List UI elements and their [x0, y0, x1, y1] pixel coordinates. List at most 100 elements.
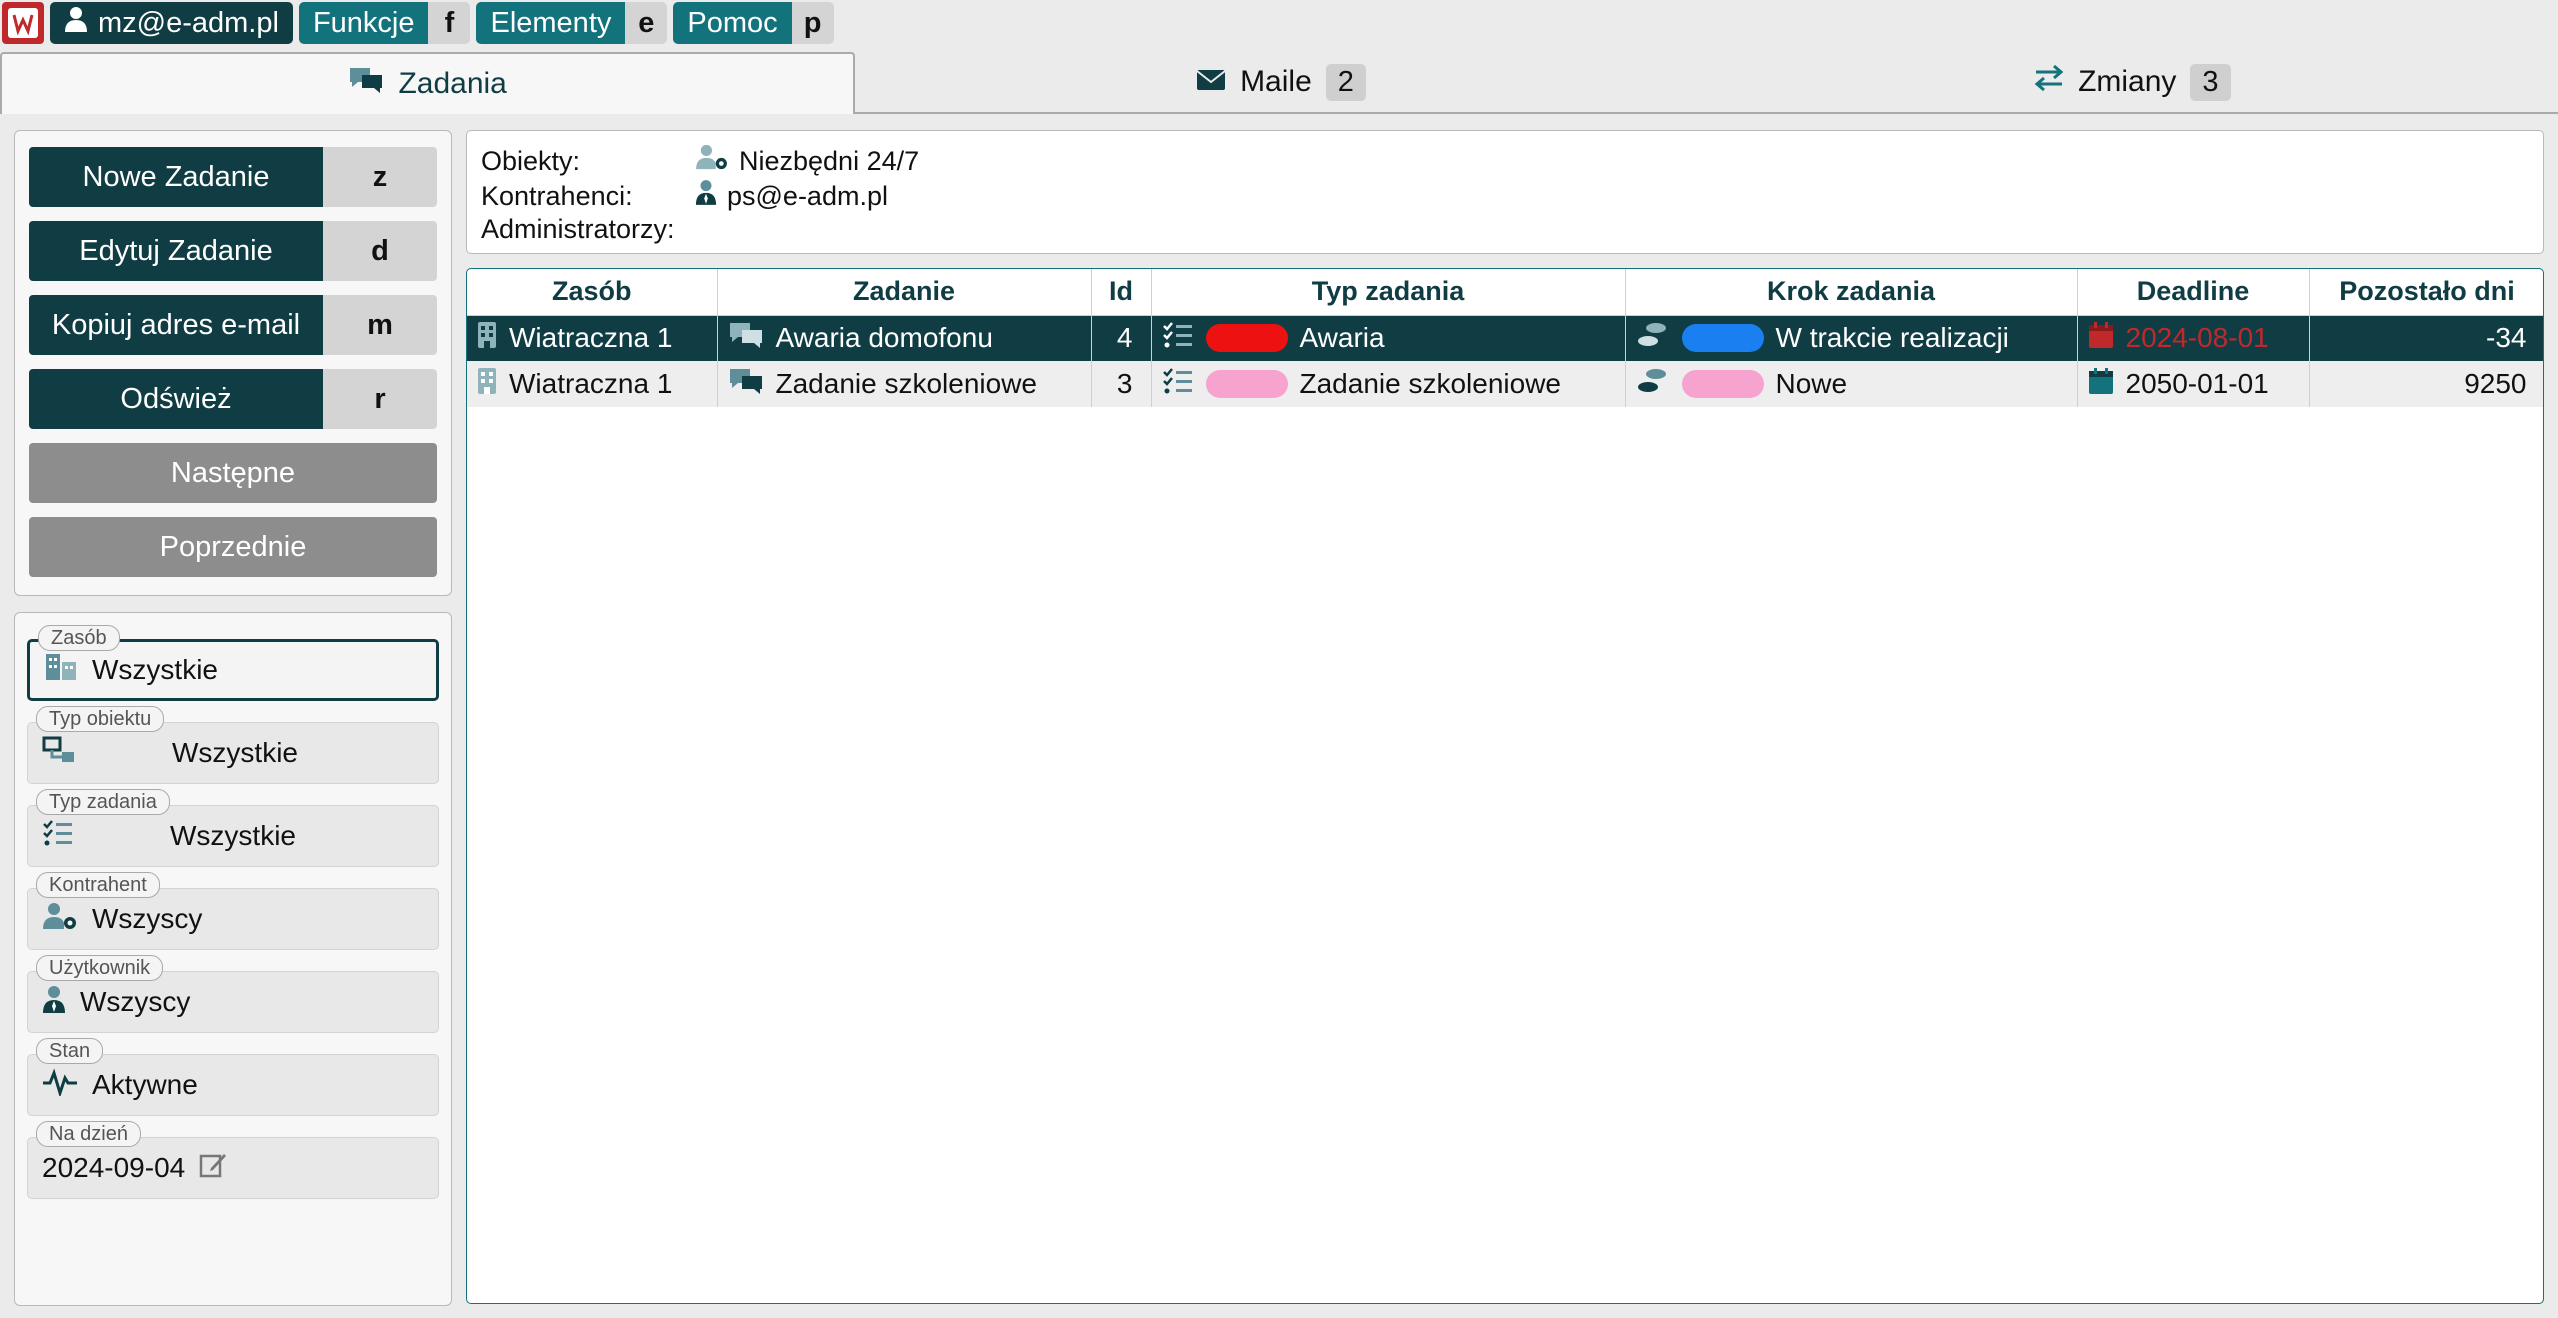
menu-elementy[interactable]: Elementy e	[476, 2, 668, 44]
filter-stan[interactable]: Stan Aktywne	[27, 1038, 439, 1116]
tab-maile-label: Maile	[1240, 65, 1312, 98]
menu-pomoc[interactable]: Pomoc p	[673, 2, 834, 44]
cell-typ: Awaria	[1299, 322, 1385, 354]
user-menu[interactable]: mz@e-adm.pl	[50, 2, 293, 44]
next-button[interactable]: Następne	[29, 443, 437, 503]
task-type-color-pill	[1205, 370, 1288, 398]
table-header-row: Zasób Zadanie Id Typ zadania Krok zadani…	[467, 269, 2543, 316]
cell-krok: W trakcie realizacji	[1775, 322, 2009, 354]
filter-uzytkownik[interactable]: Użytkownik Wszyscy	[27, 955, 439, 1033]
swap-arrows-icon	[2034, 64, 2064, 100]
table-row[interactable]: Wiatraczna 1 Zadanie szkoleniowe 3 Zadan…	[467, 361, 2543, 407]
info-obiekty-row: Obiekty: Niezbędni 24/7	[481, 143, 2529, 178]
cell-zadanie: Zadanie szkoleniowe	[775, 368, 1038, 399]
filter-kontrahent-value: Wszyscy	[92, 903, 203, 934]
new-task-key: z	[323, 147, 437, 207]
copy-email-key: m	[323, 295, 437, 355]
tab-zadania-label: Zadania	[398, 67, 507, 100]
filter-typ-zadania-value: Wszystkie	[170, 820, 296, 851]
task-step-color-pill	[1681, 324, 1764, 353]
filter-stan-value: Aktywne	[92, 1069, 198, 1100]
col-header-id[interactable]: Id	[1091, 269, 1152, 316]
menu-pomoc-label: Pomoc	[673, 2, 792, 44]
tab-zmiany-label: Zmiany	[2078, 65, 2177, 98]
new-task-button[interactable]: Nowe Zadanie z	[29, 147, 437, 207]
user-tie-icon	[695, 178, 717, 213]
edit-task-button[interactable]: Edytuj Zadanie d	[29, 221, 437, 281]
tab-zmiany[interactable]: Zmiany 3	[1706, 52, 2558, 114]
col-header-deadline[interactable]: Deadline	[2077, 269, 2310, 316]
logo-mark-icon	[8, 8, 38, 38]
info-kontrahenci-label: Kontrahenci:	[481, 180, 633, 211]
refresh-key: r	[323, 369, 437, 429]
cell-pozostalo: 9250	[2309, 361, 2543, 407]
filter-stan-legend: Stan	[36, 1038, 104, 1064]
menu-funkcje[interactable]: Funkcje f	[298, 2, 471, 44]
cell-zasob: Wiatraczna 1	[509, 368, 673, 399]
info-kontrahenci-value[interactable]: ps@e-adm.pl	[727, 180, 888, 212]
copy-email-label: Kopiuj adres e-mail	[29, 295, 323, 355]
building-icon	[477, 367, 497, 402]
previous-button[interactable]: Poprzednie	[29, 517, 437, 577]
cell-typ: Zadanie szkoleniowe	[1299, 368, 1562, 399]
cell-zasob: Wiatraczna 1	[509, 322, 673, 354]
user-gear-icon	[42, 901, 78, 938]
user-tie-icon	[42, 984, 66, 1021]
cell-deadline: 2050-01-01	[2125, 368, 2269, 399]
tasks-table: Zasób Zadanie Id Typ zadania Krok zadani…	[466, 268, 2544, 1304]
chat-icon	[728, 321, 764, 356]
refresh-label: Odśwież	[29, 369, 323, 429]
cell-pozostalo: -34	[2309, 315, 2543, 361]
calendar-icon	[2088, 321, 2114, 356]
user-email: mz@e-adm.pl	[98, 6, 279, 39]
info-kontrahenci-row: Kontrahenci: ps@e-adm.pl	[481, 178, 2529, 213]
col-header-pozostalo-dni[interactable]: Pozostało dni	[2309, 269, 2543, 316]
info-obiekty-value[interactable]: Niezbędni 24/7	[739, 145, 919, 177]
filter-uzytkownik-value: Wszyscy	[80, 986, 191, 1017]
menu-pomoc-key: p	[791, 2, 834, 44]
col-header-zasob[interactable]: Zasób	[467, 269, 718, 316]
app-logo[interactable]	[2, 2, 44, 44]
calendar-icon	[2088, 367, 2114, 402]
info-administratorzy-row: Administratorzy:	[481, 213, 2529, 245]
user-icon	[64, 6, 88, 40]
main-tabs: Zadania Maile 2 Zmiany 3	[0, 52, 2558, 114]
cell-krok: Nowe	[1775, 368, 1848, 399]
col-header-krok-zadania[interactable]: Krok zadania	[1625, 269, 2078, 316]
top-menu-bar: mz@e-adm.pl Funkcje f Elementy e Pomoc p	[0, 0, 2558, 46]
tab-zadania[interactable]: Zadania	[0, 52, 856, 114]
info-panel: Obiekty: Niezbędni 24/7 Kontrahenci: ps@…	[466, 130, 2544, 254]
filter-typ-obiektu-value: Wszystkie	[172, 737, 298, 768]
refresh-button[interactable]: Odśwież r	[29, 369, 437, 429]
filter-typ-obiektu[interactable]: Typ obiektu Wszystkie	[27, 706, 439, 784]
filters-panel: Zasób Wszystkie Typ obiektu Wszystkie Ty…	[14, 612, 452, 1306]
filter-typ-zadania-legend: Typ zadania	[36, 789, 170, 815]
menu-elementy-key: e	[625, 2, 668, 44]
filter-typ-obiektu-legend: Typ obiektu	[36, 706, 165, 732]
copy-email-button[interactable]: Kopiuj adres e-mail m	[29, 295, 437, 355]
new-task-label: Nowe Zadanie	[29, 147, 323, 207]
info-obiekty-label: Obiekty:	[481, 145, 581, 176]
object-type-icon	[42, 735, 78, 772]
task-type-color-pill	[1205, 324, 1288, 353]
col-header-zadanie[interactable]: Zadanie	[717, 269, 1092, 316]
tab-maile[interactable]: Maile 2	[855, 52, 1707, 114]
chat-icon	[348, 66, 384, 102]
filter-na-dzien[interactable]: Na dzień 2024-09-04	[27, 1121, 439, 1199]
col-header-typ-zadania[interactable]: Typ zadania	[1151, 269, 1626, 316]
filter-zasob[interactable]: Zasób Wszystkie	[27, 625, 439, 701]
menu-elementy-label: Elementy	[476, 2, 626, 44]
cell-deadline: 2024-08-01	[2125, 322, 2269, 354]
actions-panel: Nowe Zadanie z Edytuj Zadanie d Kopiuj a…	[14, 130, 452, 596]
menu-funkcje-label: Funkcje	[298, 2, 429, 44]
checklist-icon	[42, 819, 74, 854]
checklist-icon	[1162, 321, 1194, 356]
filter-kontrahent[interactable]: Kontrahent Wszyscy	[27, 872, 439, 950]
edit-pencil-icon[interactable]	[199, 1151, 227, 1186]
filter-kontrahent-legend: Kontrahent	[36, 872, 160, 898]
filter-zasob-legend: Zasób	[38, 625, 120, 651]
footsteps-icon	[1636, 321, 1670, 356]
filter-typ-zadania[interactable]: Typ zadania Wszystkie	[27, 789, 439, 867]
envelope-icon	[1196, 65, 1226, 99]
table-row[interactable]: Wiatraczna 1 Awaria domofonu 4 Awaria W …	[467, 315, 2543, 361]
